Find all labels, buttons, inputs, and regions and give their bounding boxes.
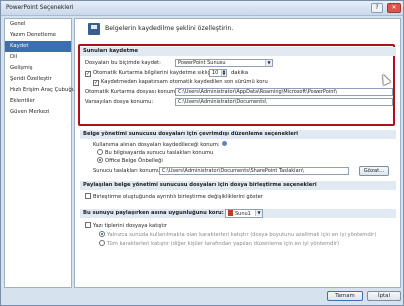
autorecover-label: Otomatik Kurtarma bilgilerini kaydetme s… — [93, 70, 213, 76]
presentation-select-value: Sunu1 — [235, 211, 251, 217]
options-dialog: PowerPoint Seçenekleri ? ✕ Genel Yazım D… — [0, 0, 404, 306]
close-icon[interactable]: ✕ — [387, 3, 401, 13]
embed-fonts-checkbox[interactable] — [85, 222, 91, 228]
keep-last-checkbox[interactable]: ✓ — [93, 80, 99, 86]
format-select-value: PowerPoint Sunusu — [178, 60, 226, 66]
presentation-file-icon — [228, 210, 233, 216]
sidebar-item-proofing[interactable]: Yazım Denetleme — [5, 30, 71, 41]
sidebar-item-quick-access-toolbar[interactable]: Hızlı Erişim Araç Çubuğu — [5, 85, 75, 96]
office-cache-radio[interactable] — [97, 157, 103, 163]
format-label: Dosyaları bu biçimde kaydet: — [85, 60, 161, 66]
page-heading: Belgelerin kaydedilme şeklini özelleştir… — [105, 25, 234, 32]
sidebar-item-customize-ribbon[interactable]: Şeridi Özelleştir — [5, 74, 71, 85]
options-sidebar: Genel Yazım Denetleme Kaydet Dil Gelişmi… — [4, 18, 75, 288]
help-icon[interactable]: ? — [371, 3, 383, 13]
offline-location-row: Kullanıma alınan dosyaları kaydedileceği… — [93, 141, 227, 149]
sidebar-item-general[interactable]: Genel — [5, 19, 71, 30]
format-select[interactable]: PowerPoint Sunusu ▼ — [175, 59, 273, 67]
used-chars-radio[interactable] — [99, 231, 105, 237]
presentation-select[interactable]: Sunu1 ▼ — [225, 209, 263, 218]
keep-last-label: Kaydetmeden kapatırsam otomatik kaydedil… — [101, 79, 268, 85]
minutes-unit: dakika — [231, 70, 249, 76]
merge-label: Birleştirme oluştuğunda ayrıntılı birleş… — [93, 194, 263, 200]
sidebar-item-advanced[interactable]: Gelişmiş — [5, 63, 71, 74]
window-title: PowerPoint Seçenekleri — [6, 5, 74, 11]
merge-checkbox[interactable] — [85, 193, 91, 199]
default-location-field[interactable]: C:\Users\Administrator\Documents\ — [175, 98, 393, 106]
save-options-panel: Belgelerin kaydedilme şeklini özelleştir… — [74, 18, 401, 288]
section-save-presentations: Sunuları kaydetme — [80, 47, 396, 56]
all-chars-option[interactable]: Tüm karakterleri katıştır (diğer kişiler… — [99, 240, 339, 248]
preserve-title: Bu sunuyu paylaşırken asına uygunluğunu … — [83, 210, 224, 216]
default-location-label: Varsayılan dosya konumu: — [85, 99, 154, 105]
offline-location-label: Kullanıma alınan dosyaları kaydedileceği… — [93, 142, 220, 148]
chevron-down-icon: ▼ — [265, 60, 272, 66]
autorecover-location-label: Otomatik Kurtarma dosyası konumu: — [85, 89, 181, 95]
autorecover-minutes-value: 10 — [212, 70, 219, 76]
chevron-down-icon: ▼ — [255, 210, 262, 216]
used-chars-option[interactable]: Yalnızca sunuda kullanılmakta olan karak… — [99, 231, 376, 239]
autorecover-checkbox[interactable]: ✓ — [85, 71, 91, 77]
sidebar-item-add-ins[interactable]: Eklentiler — [5, 96, 71, 107]
sidebar-item-trust-center[interactable]: Güven Merkezi — [5, 107, 71, 118]
drafts-location-label: Sunucu taslakları konumu: — [93, 168, 162, 174]
spinner-arrows-icon: ▲ ▼ — [221, 69, 226, 76]
ok-button[interactable]: Tamam — [327, 291, 363, 301]
sidebar-item-save[interactable]: Kaydet — [5, 41, 71, 52]
title-bar: PowerPoint Seçenekleri ? ✕ — [1, 1, 403, 16]
autorecover-row: ✓ Otomatik Kurtarma bilgilerini kaydetme … — [85, 69, 212, 77]
autorecover-minutes-spinner[interactable]: 10 ▲ ▼ — [209, 69, 227, 77]
server-drafts-radio[interactable] — [97, 149, 103, 155]
sidebar-item-language[interactable]: Dil — [5, 52, 71, 63]
autorecover-location-field[interactable]: C:\Users\Administrator\AppData\Roaming\M… — [175, 88, 393, 96]
section-offline-editing: Belge yönetimi sunucusu dosyaları için ç… — [80, 130, 396, 139]
save-disk-icon — [88, 23, 100, 35]
used-chars-label: Yalnızca sunuda kullanılmakta olan karak… — [107, 232, 377, 238]
embed-fonts-row: Yazı tiplerini dosyaya katıştır — [85, 222, 167, 230]
section-file-merge: Paylaşılan belge yönetimi sunucusu dosya… — [80, 181, 396, 190]
browse-button[interactable]: Gözat... — [359, 166, 389, 176]
embed-fonts-label: Yazı tiplerini dosyaya katıştır — [93, 223, 167, 229]
keep-last-row: ✓ Kaydetmeden kapatırsam otomatik kaydedi… — [93, 78, 268, 86]
all-chars-label: Tüm karakterleri katıştır (diğer kişiler… — [107, 241, 340, 247]
all-chars-radio[interactable] — [99, 240, 105, 246]
drafts-location-field[interactable]: C:\Users\Administrator\Documents\SharePo… — [159, 167, 349, 175]
cancel-button[interactable]: İptal — [367, 291, 401, 301]
server-drafts-option[interactable]: Bu bilgisayarda sunucu taslakları konumu — [97, 149, 213, 157]
merge-row: Birleştirme oluştuğunda ayrıntılı birleş… — [85, 193, 263, 201]
server-drafts-label: Bu bilgisayarda sunucu taslakları konumu — [105, 150, 214, 156]
office-cache-option[interactable]: Office Belge Önbelleği — [97, 157, 163, 165]
info-icon — [221, 141, 227, 146]
office-cache-label: Office Belge Önbelleği — [105, 158, 163, 164]
